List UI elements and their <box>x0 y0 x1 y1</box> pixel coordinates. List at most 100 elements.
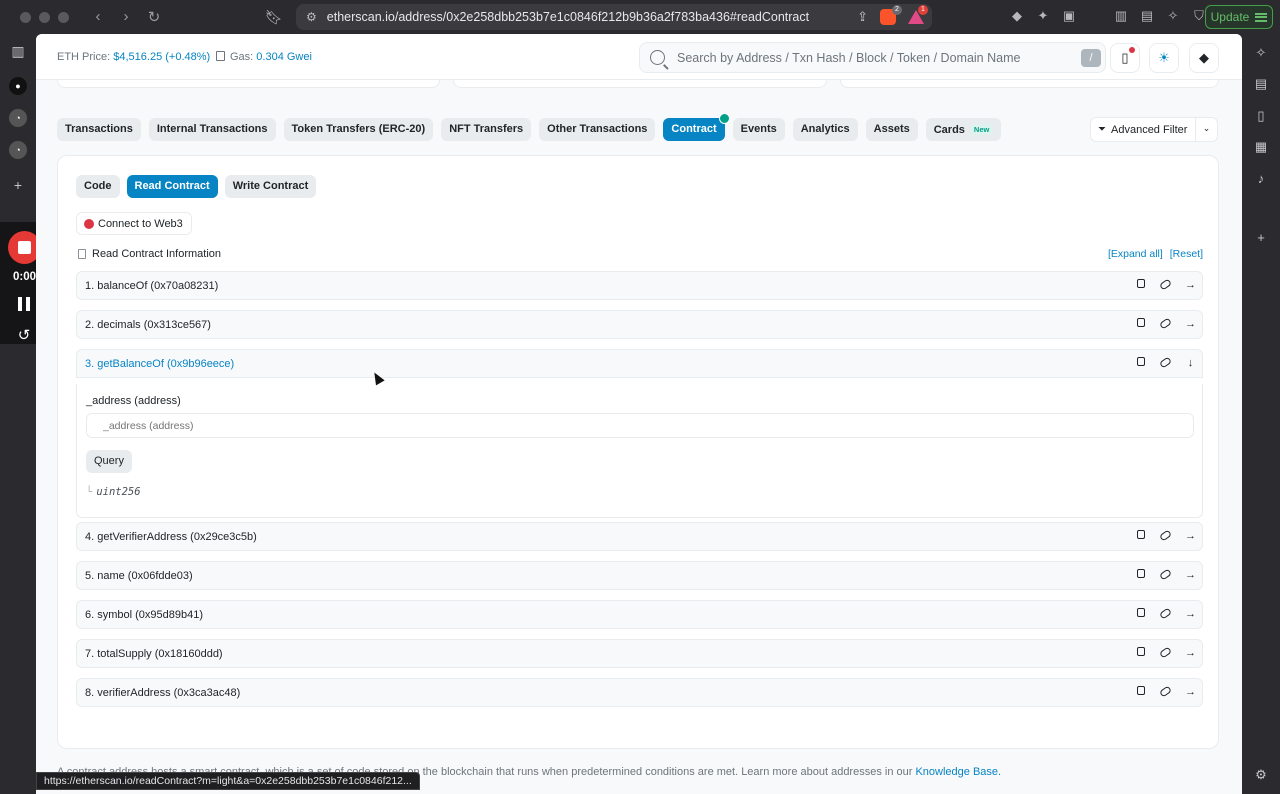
etherscan-page: ETH Price: $4,516.25 (+0.48%) Gas: 0.304… <box>36 34 1242 794</box>
arrow-down-icon[interactable]: ↓ <box>1185 356 1196 370</box>
copy-icon[interactable] <box>1135 356 1146 370</box>
close-window-button[interactable] <box>20 11 31 23</box>
tab-cards[interactable]: Cards New <box>925 118 1002 141</box>
gas-pump-icon <box>216 51 225 61</box>
function-row[interactable]: 1. balanceOf (0x70a08231) → <box>76 271 1203 300</box>
address-bar[interactable]: ⚙ etherscan.io/address/0x2e258dbb253b7e1… <box>296 4 932 30</box>
reset-link[interactable]: [Reset] <box>1170 248 1203 260</box>
copy-icon[interactable] <box>1135 529 1146 543</box>
arrow-right-icon[interactable]: → <box>1185 568 1196 582</box>
link-icon[interactable] <box>1158 529 1173 543</box>
subtab-read-contract[interactable]: Read Contract <box>126 175 218 198</box>
link-status-bar: https://etherscan.io/readContract?m=ligh… <box>36 772 420 790</box>
etherscan-shortcut-icon[interactable]: ◔ <box>9 109 27 127</box>
knowledge-base-link[interactable]: Knowledge Base. <box>915 766 1001 778</box>
arrow-right-icon[interactable]: → <box>1185 317 1196 331</box>
site-settings-icon[interactable]: ⚙ <box>306 10 317 24</box>
sidebar-toggle-icon[interactable]: ▥ <box>1114 8 1128 24</box>
site-shortcut-icon[interactable]: ● <box>9 77 27 95</box>
tab-assets[interactable]: Assets <box>865 118 918 141</box>
contract-card: Code Read Contract Write Contract Connec… <box>57 155 1219 749</box>
vpn-shield-icon[interactable]: ⛉ <box>1192 8 1206 24</box>
forward-icon[interactable]: › <box>119 8 133 26</box>
wallet-icon[interactable]: ▤ <box>1140 8 1154 24</box>
add-icon[interactable]: + <box>9 176 27 194</box>
restart-icon[interactable]: ↺ <box>15 326 33 344</box>
bookmark-icon[interactable]: 🔖︎ <box>265 9 283 26</box>
tab-analytics[interactable]: Analytics <box>792 118 858 141</box>
link-icon[interactable] <box>1158 317 1173 331</box>
reload-icon[interactable]: ↻ <box>147 8 161 26</box>
function-row[interactable]: 2. decimals (0x313ce567) → <box>76 310 1203 339</box>
share-icon[interactable]: ⇪ <box>857 9 868 25</box>
etherscan-shortcut-2-icon[interactable]: ◔ <box>9 141 27 159</box>
add-panel-icon[interactable]: + <box>1253 230 1269 246</box>
reading-mode-button[interactable]: ▯ <box>1110 43 1140 73</box>
function-row[interactable]: 5. name (0x06fdde03) → <box>76 561 1203 590</box>
update-button[interactable]: Update <box>1205 5 1273 29</box>
address-param-input[interactable] <box>86 413 1194 438</box>
function-row[interactable]: 6. symbol (0x95d89b41) → <box>76 600 1203 629</box>
arrow-right-icon[interactable]: → <box>1185 529 1196 543</box>
tab-contract[interactable]: Contract <box>663 113 730 141</box>
chevron-down-icon[interactable]: ⌄ <box>1195 117 1217 142</box>
link-icon[interactable] <box>1158 646 1173 660</box>
advanced-filter-label: Advanced Filter <box>1111 123 1188 136</box>
tab-token-transfers[interactable]: Token Transfers (ERC-20) <box>283 118 434 141</box>
query-button[interactable]: Query <box>86 450 132 473</box>
link-icon[interactable] <box>1158 356 1173 370</box>
new-badge: New <box>969 124 994 135</box>
copy-icon[interactable] <box>1135 317 1146 331</box>
arrow-right-icon[interactable]: → <box>1185 607 1196 621</box>
tab-transactions[interactable]: Transactions <box>57 118 141 141</box>
tab-events[interactable]: Events <box>732 118 785 141</box>
pause-icon[interactable] <box>18 297 30 311</box>
sidebar-panel-icon[interactable]: ▥ <box>9 42 27 60</box>
filter-icon: ⏷ <box>1098 124 1106 135</box>
music-icon[interactable]: ♪ <box>1253 171 1269 187</box>
copy-icon[interactable] <box>1135 685 1146 699</box>
settings-gear-icon[interactable]: ⚙ <box>1253 767 1269 783</box>
arrow-right-icon[interactable]: → <box>1185 646 1196 660</box>
tab-other-transactions[interactable]: Other Transactions <box>539 118 656 141</box>
copy-icon[interactable] <box>1135 646 1146 660</box>
extensions-icon[interactable]: ✦ <box>1036 8 1050 24</box>
function-row[interactable]: 7. totalSupply (0x18160ddd) → <box>76 639 1203 668</box>
screenshot-icon[interactable]: ▣ <box>1062 8 1076 24</box>
zoom-window-button[interactable] <box>58 11 69 23</box>
copy-icon[interactable] <box>1135 278 1146 292</box>
expand-all-link[interactable]: [Expand all] <box>1108 248 1163 260</box>
eth-price-value[interactable]: $4,516.25 (+0.48%) <box>113 51 210 63</box>
gas-value[interactable]: 0.304 Gwei <box>256 51 312 63</box>
site-search-input[interactable]: Search by Address / Txn Hash / Block / T… <box>639 42 1106 73</box>
arrow-right-icon[interactable]: → <box>1185 278 1196 292</box>
theme-toggle-button[interactable]: ☀ <box>1149 43 1179 73</box>
link-icon[interactable] <box>1158 278 1173 292</box>
back-icon[interactable]: ‹ <box>91 8 105 26</box>
tab-nft-transfers[interactable]: NFT Transfers <box>441 118 532 141</box>
copy-icon[interactable] <box>1135 607 1146 621</box>
link-icon[interactable] <box>1158 568 1173 582</box>
subtab-write-contract[interactable]: Write Contract <box>224 175 317 198</box>
minimize-window-button[interactable] <box>39 11 50 23</box>
multichain-card-edge <box>840 80 1219 88</box>
subtab-code[interactable]: Code <box>76 175 120 198</box>
connect-web3-button[interactable]: Connect to Web3 <box>76 212 192 235</box>
link-icon[interactable] <box>1158 685 1173 699</box>
network-button[interactable]: ◆ <box>1189 43 1219 73</box>
advanced-filter-button[interactable]: ⏷ Advanced Filter ⌄ <box>1090 117 1218 142</box>
bookmarks-icon[interactable]: ▯ <box>1253 108 1269 124</box>
wallet-icon[interactable]: ▤ <box>1253 76 1269 92</box>
function-row[interactable]: 8. verifierAddress (0x3ca3ac48) → <box>76 678 1203 707</box>
vpn-icon[interactable]: ◆ <box>1010 8 1024 24</box>
tab-internal-transactions[interactable]: Internal Transactions <box>148 118 276 141</box>
reading-list-icon[interactable]: ▦ <box>1253 139 1269 155</box>
function-row[interactable]: 4. getVerifierAddress (0x29ce3c5b) → <box>76 522 1203 551</box>
function-row-expanded[interactable]: 3. getBalanceOf (0x9b96eece) ↓ <box>76 349 1203 378</box>
leo-icon[interactable]: ✧ <box>1253 45 1269 61</box>
arrow-right-icon[interactable]: → <box>1185 685 1196 699</box>
leo-ai-icon[interactable]: ✧ <box>1166 8 1180 24</box>
copy-icon[interactable] <box>1135 568 1146 582</box>
link-icon[interactable] <box>1158 607 1173 621</box>
ethereum-icon: ◆ <box>1199 50 1209 65</box>
